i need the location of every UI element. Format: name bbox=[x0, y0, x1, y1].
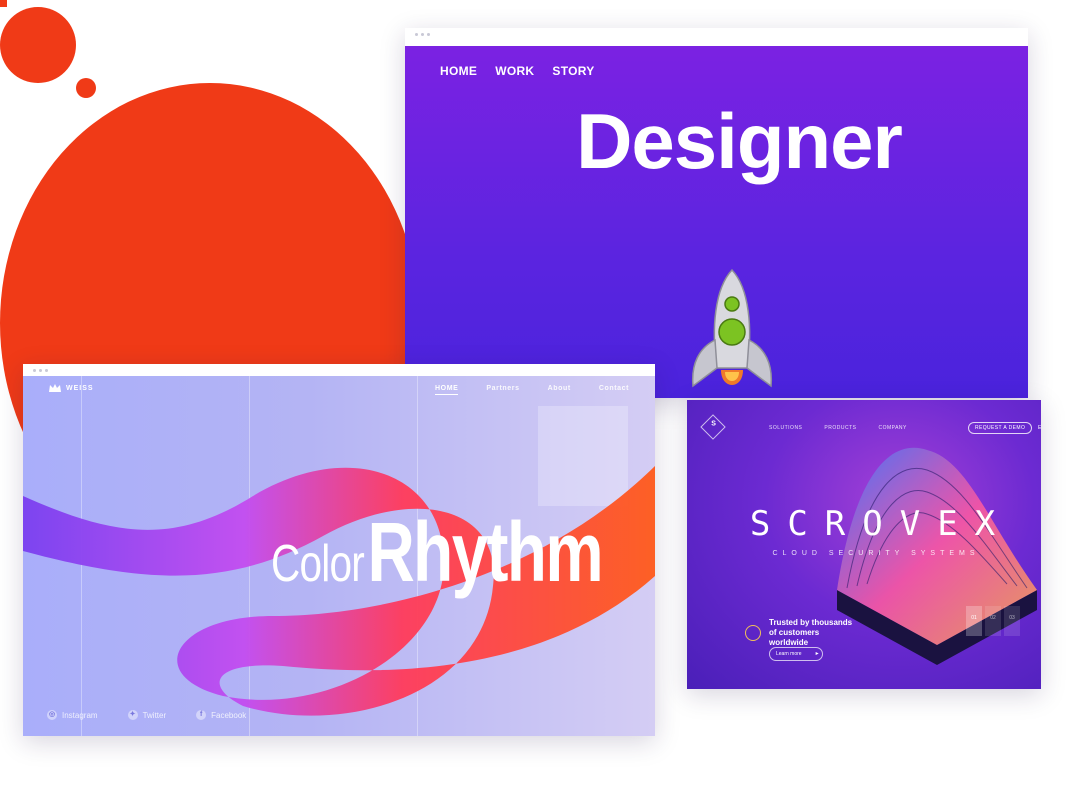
arrow-right-icon: ▸ bbox=[815, 651, 819, 657]
decorative-square bbox=[0, 0, 7, 7]
weiss-logo[interactable]: WEISS bbox=[49, 384, 94, 392]
weiss-window: WEISS HOME Partners About Contact Color … bbox=[23, 364, 655, 736]
rocket-icon bbox=[691, 268, 773, 388]
instagram-icon: ◎ bbox=[47, 710, 57, 720]
trust-block: Trusted by thousands of customers worldw… bbox=[745, 618, 859, 648]
facebook-icon: f bbox=[196, 710, 207, 720]
scrovex-title: SCROVEX bbox=[749, 504, 1013, 544]
social-links: ◎ Instagram ✦ Twitter f Facebook bbox=[47, 710, 246, 720]
scrovex-nav: SOLUTIONS PRODUCTS COMPANY bbox=[769, 425, 907, 431]
pager-item[interactable]: 01 bbox=[966, 606, 982, 636]
wave-cube-art bbox=[837, 447, 1037, 665]
title-bold: Rhythm bbox=[367, 505, 604, 599]
decorative-dot bbox=[76, 78, 96, 98]
slide-pager: 01 02 03 bbox=[966, 606, 1020, 636]
designer-title: Designer bbox=[576, 97, 903, 185]
scrovex-subtitle: CLOUD SECURITY SYSTEMS bbox=[772, 550, 980, 557]
designer-nav: HOME WORK STORY bbox=[440, 64, 595, 78]
scrovex-window: S SOLUTIONS PRODUCTS COMPANY REQUEST A D… bbox=[687, 400, 1041, 689]
nav-partners-link[interactable]: Partners bbox=[486, 385, 519, 395]
weiss-title: Color Rhythm bbox=[271, 504, 604, 601]
pager-item[interactable]: 02 bbox=[985, 606, 1001, 636]
pager-item[interactable]: 03 bbox=[1004, 606, 1020, 636]
nav-story-link[interactable]: STORY bbox=[552, 64, 594, 78]
nav-work-link[interactable]: WORK bbox=[495, 64, 534, 78]
weiss-nav: HOME Partners About Contact bbox=[435, 385, 629, 395]
nav-contact-link[interactable]: Contact bbox=[599, 385, 629, 395]
title-light: Color bbox=[271, 535, 365, 593]
window-dots bbox=[33, 369, 48, 372]
crown-icon bbox=[49, 384, 61, 392]
twitter-label: Twitter bbox=[142, 710, 167, 720]
twitter-icon: ✦ bbox=[127, 710, 138, 720]
decorative-circle bbox=[0, 7, 76, 83]
designer-hero: HOME WORK STORY Designer bbox=[405, 46, 1028, 398]
nav-company-link[interactable]: COMPANY bbox=[878, 425, 906, 431]
nav-home-link[interactable]: HOME bbox=[435, 385, 459, 395]
weiss-hero: WEISS HOME Partners About Contact Color … bbox=[23, 376, 655, 736]
nav-solutions-link[interactable]: SOLUTIONS bbox=[769, 425, 802, 431]
trust-text: Trusted by thousands of customers worldw… bbox=[769, 618, 853, 647]
instagram-link[interactable]: ◎ Instagram bbox=[47, 710, 98, 720]
instagram-label: Instagram bbox=[62, 710, 98, 720]
nav-products-link[interactable]: PRODUCTS bbox=[824, 425, 856, 431]
window-titlebar bbox=[405, 28, 1028, 42]
facebook-label: Facebook bbox=[211, 710, 247, 720]
designer-window: HOME WORK STORY Designer bbox=[405, 28, 1028, 398]
weiss-logo-text: WEISS bbox=[66, 384, 94, 392]
facebook-link[interactable]: f Facebook bbox=[196, 710, 246, 720]
twitter-link[interactable]: ✦ Twitter bbox=[127, 710, 167, 720]
language-selector[interactable]: EN bbox=[1038, 425, 1041, 431]
nav-home-link[interactable]: HOME bbox=[440, 64, 477, 78]
scrovex-hero: S SOLUTIONS PRODUCTS COMPANY REQUEST A D… bbox=[687, 400, 1041, 689]
window-dots bbox=[415, 33, 430, 36]
request-demo-button[interactable]: REQUEST A DEMO bbox=[968, 422, 1033, 434]
learn-more-label: Learn more bbox=[776, 651, 802, 657]
learn-more-button[interactable]: Learn more ▸ bbox=[769, 647, 823, 661]
nav-about-link[interactable]: About bbox=[548, 385, 571, 395]
scrovex-logo-letter: S bbox=[711, 420, 716, 428]
award-icon bbox=[745, 625, 761, 641]
